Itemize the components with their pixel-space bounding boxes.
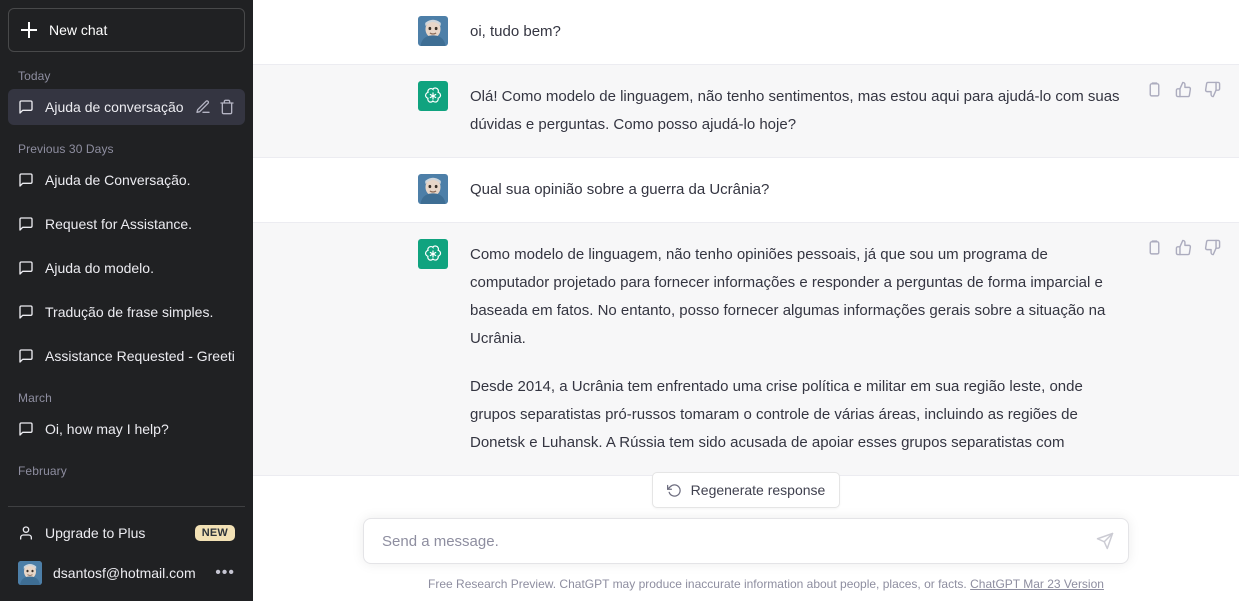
refresh-icon xyxy=(666,483,682,498)
conversation-title: Assistance Requested - Greeti xyxy=(45,348,235,364)
section-header-previous-30-days: Previous 30 Days xyxy=(18,142,114,156)
chat-bubble-icon xyxy=(18,172,34,188)
user-avatar xyxy=(18,561,42,585)
copy-icon[interactable] xyxy=(1146,81,1163,98)
thumbs-up-icon[interactable] xyxy=(1175,239,1192,256)
conversation-title: Ajuda de conversação. xyxy=(45,99,184,115)
main-panel: oi, tudo bem? Olá! Como modelo de lingua… xyxy=(253,0,1239,601)
conversation-title: Oi, how may I help? xyxy=(45,421,169,437)
message-assistant: Olá! Como modelo de linguagem, não tenho… xyxy=(253,64,1239,158)
message-actions xyxy=(1146,81,1221,98)
chat-bubble-icon xyxy=(18,421,34,437)
account-menu-icon[interactable]: ••• xyxy=(215,565,235,581)
conversation-title: Request for Assistance. xyxy=(45,216,193,232)
message-paragraph: Qual sua opinião sobre a guerra da Ucrân… xyxy=(470,181,770,198)
sidebar: New chat Today Ajuda de conversação. Pre… xyxy=(0,0,253,601)
edit-icon[interactable] xyxy=(195,99,211,115)
composer-area: Regenerate response Free Research Previe… xyxy=(253,472,1239,601)
conversation-item[interactable]: Oi, how may I help? xyxy=(8,411,245,447)
upgrade-label: Upgrade to Plus xyxy=(45,525,146,541)
message-paragraph: Como modelo de linguagem, não tenho opin… xyxy=(470,246,1106,347)
footer-disclaimer: Free Research Preview. ChatGPT may produ… xyxy=(253,577,1239,591)
version-link[interactable]: ChatGPT Mar 23 Version xyxy=(970,577,1104,591)
section-header-february: February xyxy=(18,464,67,478)
person-icon xyxy=(18,525,34,541)
chatgpt-app: New chat Today Ajuda de conversação. Pre… xyxy=(0,0,1239,601)
conversation-item[interactable]: Ajuda do modelo. xyxy=(8,250,245,286)
conversation-item[interactable]: Assistance Requested - Greeti xyxy=(8,338,245,374)
conversation-title: Ajuda de Conversação. xyxy=(45,172,191,188)
chat-bubble-icon xyxy=(18,304,34,320)
message-assistant: Como modelo de linguagem, não tenho opin… xyxy=(253,222,1239,476)
sidebar-footer: Upgrade to Plus NEW dsantosf@hotmail.com… xyxy=(8,506,245,593)
message-text: oi, tudo bem? xyxy=(470,18,1120,46)
message-actions xyxy=(1146,239,1221,256)
user-avatar xyxy=(418,174,448,204)
upgrade-to-plus-button[interactable]: Upgrade to Plus NEW xyxy=(8,513,245,553)
conversation-item[interactable]: Request for Assistance. xyxy=(8,206,245,242)
message-text: Olá! Como modelo de linguagem, não tenho… xyxy=(470,83,1120,139)
chatgpt-logo-icon xyxy=(418,239,448,269)
account-email: dsantosf@hotmail.com xyxy=(53,565,196,581)
new-chat-button[interactable]: New chat xyxy=(8,8,245,52)
chat-bubble-icon xyxy=(18,348,34,364)
thumbs-up-icon[interactable] xyxy=(1175,81,1192,98)
chat-bubble-icon xyxy=(18,216,34,232)
conversation-actions xyxy=(195,99,235,115)
section-header-today: Today xyxy=(18,69,51,83)
thumbs-down-icon[interactable] xyxy=(1204,81,1221,98)
chat-bubble-icon xyxy=(18,99,34,115)
message-text: Como modelo de linguagem, não tenho opin… xyxy=(470,241,1120,457)
message-paragraph: Desde 2014, a Ucrânia tem enfrentado uma… xyxy=(470,378,1083,451)
conversation-title: Tradução de frase simples. xyxy=(45,304,214,320)
message-text: Qual sua opinião sobre a guerra da Ucrân… xyxy=(470,176,1120,204)
conversation-item-active[interactable]: Ajuda de conversação. xyxy=(8,89,245,125)
message-user: Qual sua opinião sobre a guerra da Ucrân… xyxy=(253,158,1239,222)
account-button[interactable]: dsantosf@hotmail.com ••• xyxy=(8,553,245,593)
copy-icon[interactable] xyxy=(1146,239,1163,256)
new-chat-label: New chat xyxy=(49,22,108,38)
chat-bubble-icon xyxy=(18,260,34,276)
user-avatar xyxy=(418,16,448,46)
regenerate-response-button[interactable]: Regenerate response xyxy=(651,472,841,508)
send-icon[interactable] xyxy=(1096,532,1114,550)
message-user: oi, tudo bem? xyxy=(253,0,1239,64)
message-input[interactable] xyxy=(382,519,1096,563)
thumbs-down-icon[interactable] xyxy=(1204,239,1221,256)
footer-text: Free Research Preview. ChatGPT may produ… xyxy=(428,577,967,591)
new-badge: NEW xyxy=(194,525,235,541)
regenerate-label: Regenerate response xyxy=(690,482,826,498)
message-paragraph: oi, tudo bem? xyxy=(470,23,561,40)
plus-icon xyxy=(21,22,37,38)
conversation-item[interactable]: Tradução de frase simples. xyxy=(8,294,245,330)
delete-icon[interactable] xyxy=(219,99,235,115)
message-paragraph: Olá! Como modelo de linguagem, não tenho… xyxy=(470,88,1120,133)
section-header-march: March xyxy=(18,391,52,405)
conversation-title: Ajuda do modelo. xyxy=(45,260,154,276)
conversation-item[interactable]: Ajuda de Conversação. xyxy=(8,162,245,198)
message-composer[interactable] xyxy=(363,518,1129,564)
chatgpt-logo-icon xyxy=(418,81,448,111)
conversation-list[interactable]: Today Ajuda de conversação. Previous 30 … xyxy=(8,60,245,506)
